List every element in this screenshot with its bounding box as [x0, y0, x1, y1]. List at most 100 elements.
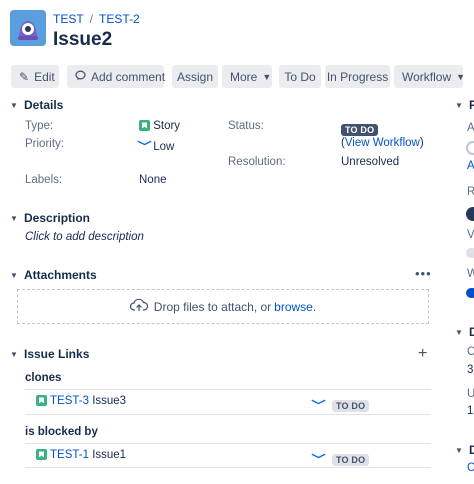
development-heading: D [469, 443, 474, 457]
people-section-header[interactable]: ▼ P [455, 98, 474, 112]
labels-value[interactable]: None [139, 174, 167, 186]
collapse-triangle-icon: ▼ [455, 100, 463, 110]
type-label: Type: [25, 120, 54, 132]
priority-low-icon: ﹀ [137, 141, 152, 153]
dates-heading: D [469, 325, 474, 339]
view-workflow: (View Workflow) [341, 137, 424, 149]
project-avatar-icon [10, 10, 46, 46]
link-relation-clones: clones [25, 372, 62, 384]
votes-badge[interactable] [466, 248, 474, 258]
priority-value[interactable]: ﹀ Low [137, 138, 175, 154]
view-workflow-close-paren: ) [419, 137, 424, 149]
collapse-triangle-icon: ▼ [10, 100, 18, 110]
description-placeholder[interactable]: Click to add description [25, 231, 144, 243]
created-value: 3 [467, 364, 474, 376]
story-icon [139, 120, 150, 132]
attachments-section-header[interactable]: ▼ Attachments [10, 268, 97, 282]
drop-text-period: . [312, 299, 317, 314]
assignee-label: A [467, 122, 474, 134]
priority-low-icon: ﹀ [311, 454, 326, 466]
priority-value-text: Low [153, 141, 175, 153]
reporter-avatar [466, 207, 474, 221]
created-label: C [467, 346, 474, 358]
issue-links-section-header[interactable]: ▼ Issue Links [10, 347, 89, 361]
breadcrumb-separator: / [89, 12, 94, 26]
updated-value: 1 [467, 405, 474, 417]
details-section-header[interactable]: ▼ Details [10, 98, 63, 112]
attachments-heading: Attachments [24, 268, 97, 282]
issue-title[interactable]: Issue2 [53, 29, 112, 51]
linked-issue-key[interactable]: TEST-3 [50, 395, 89, 407]
priority-low-icon: ﹀ [311, 400, 326, 412]
in-progress-button[interactable]: In Progress [325, 65, 390, 88]
watchers-label: W [467, 268, 474, 280]
view-workflow-link[interactable]: View Workflow [345, 137, 420, 149]
collapse-triangle-icon: ▼ [10, 270, 18, 280]
linked-issue-status: TO DO [332, 450, 370, 468]
divider [25, 389, 431, 390]
linked-issue-status: TO DO [332, 396, 370, 414]
votes-label: V [467, 229, 474, 241]
collapse-triangle-icon: ▼ [455, 445, 463, 455]
attachment-dropzone[interactable]: Drop files to attach, or browse. [17, 289, 429, 324]
status-label: Status: [228, 120, 264, 132]
chevron-down-icon: ▼ [262, 71, 272, 82]
breadcrumb-project[interactable]: TEST [53, 12, 84, 26]
priority-label: Priority: [25, 138, 64, 150]
link-relation-is-blocked-by: is blocked by [25, 426, 98, 438]
assign-label: Assign [176, 69, 214, 84]
issue-links-heading: Issue Links [24, 347, 90, 361]
assign-button[interactable]: Assign [172, 65, 218, 88]
to-do-label: To Do [284, 69, 316, 84]
labels-label: Labels: [25, 174, 63, 186]
dates-section-header[interactable]: ▼ D [455, 325, 474, 339]
divider [25, 414, 431, 415]
edit-button[interactable]: ✎ Edit [11, 65, 59, 88]
add-comment-button[interactable]: Add comment [67, 65, 166, 88]
collapse-triangle-icon: ▼ [455, 327, 463, 337]
more-button[interactable]: More ▼ [222, 65, 272, 88]
people-heading: P [469, 98, 474, 112]
development-section-header[interactable]: ▼ D [455, 443, 474, 457]
breadcrumb: TEST / TEST-2 [53, 12, 140, 26]
project-avatar[interactable] [10, 10, 46, 46]
drop-text: Drop files to attach, or [153, 299, 272, 314]
linked-issue-row[interactable]: TEST-1 Issue1 [36, 449, 126, 461]
more-label: More [230, 69, 258, 84]
workflow-button[interactable]: Workflow ▼ [394, 65, 466, 88]
create-branch-link[interactable]: C [467, 462, 474, 474]
linked-issue-key[interactable]: TEST-1 [50, 449, 89, 461]
attachments-more-icon[interactable]: ••• [415, 266, 432, 281]
assign-to-me-link[interactable]: A [467, 160, 474, 172]
story-icon [36, 395, 47, 407]
add-link-icon[interactable]: + [418, 345, 427, 363]
resolution-label: Resolution: [228, 156, 286, 168]
status-lozenge: TO DO [341, 124, 379, 136]
resolution-value: Unresolved [341, 156, 400, 168]
linked-issue-row[interactable]: TEST-3 Issue3 [36, 395, 126, 407]
description-section-header[interactable]: ▼ Description [10, 211, 90, 225]
breadcrumb-issue-key[interactable]: TEST-2 [99, 12, 140, 26]
status-value[interactable]: TO DO [341, 120, 379, 138]
assignee-avatar [466, 141, 474, 155]
chevron-down-icon: ▼ [456, 71, 466, 82]
edit-button-label: Edit [34, 69, 55, 84]
divider [25, 443, 431, 444]
watchers-badge[interactable] [466, 288, 474, 298]
collapse-triangle-icon: ▼ [10, 213, 18, 223]
in-progress-label: In Progress [326, 69, 389, 84]
updated-label: U [467, 388, 474, 400]
cloud-upload-icon [129, 298, 148, 315]
status-lozenge: TO DO [332, 400, 370, 412]
add-comment-label: Add comment [91, 69, 166, 84]
comment-icon [75, 70, 86, 84]
details-heading: Details [24, 98, 64, 112]
reporter-label: R [467, 186, 474, 198]
type-value[interactable]: Story [139, 120, 180, 132]
pencil-icon: ✎ [19, 69, 30, 84]
workflow-label: Workflow [402, 69, 452, 84]
description-heading: Description [24, 211, 91, 225]
story-icon [36, 449, 47, 461]
browse-link[interactable]: browse [274, 300, 313, 314]
to-do-button[interactable]: To Do [279, 65, 321, 88]
